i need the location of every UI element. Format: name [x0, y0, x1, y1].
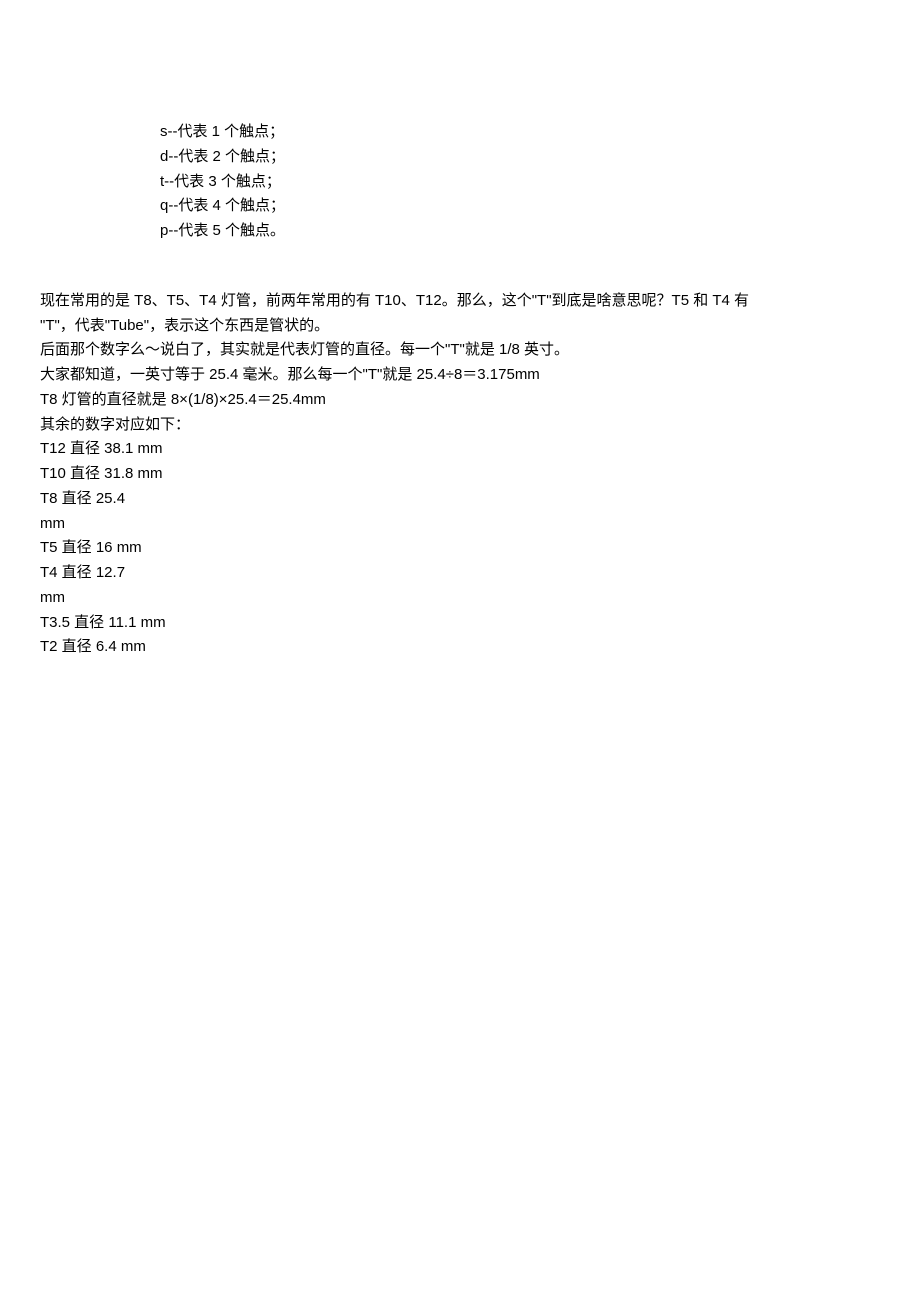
text-line: p--代表 5 个触点。	[160, 219, 880, 244]
text-line: mm	[40, 512, 880, 537]
contact-points-list: s--代表 1 个触点； d--代表 2 个触点； t--代表 3 个触点； q…	[40, 120, 880, 244]
text-line: T2 直径 6.4 mm	[40, 635, 880, 660]
text-line: T12 直径 38.1 mm	[40, 437, 880, 462]
text-line: 其余的数字对应如下：	[40, 413, 880, 438]
text-line: T10 直径 31.8 mm	[40, 462, 880, 487]
text-line: t--代表 3 个触点；	[160, 170, 880, 195]
text-line: 后面那个数字么～说白了，其实就是代表灯管的直径。每一个"T"就是 1/8 英寸。	[40, 338, 880, 363]
document-content: s--代表 1 个触点； d--代表 2 个触点； t--代表 3 个触点； q…	[0, 0, 920, 660]
text-line: T4 直径 12.7	[40, 561, 880, 586]
text-line: T8 直径 25.4	[40, 487, 880, 512]
text-line: 大家都知道，一英寸等于 25.4 毫米。那么每一个"T"就是 25.4÷8＝3.…	[40, 363, 880, 388]
text-line: s--代表 1 个触点；	[160, 120, 880, 145]
text-line: q--代表 4 个触点；	[160, 194, 880, 219]
tube-diameter-section: 现在常用的是 T8、T5、T4 灯管，前两年常用的有 T10、T12。那么，这个…	[40, 289, 880, 660]
text-line: d--代表 2 个触点；	[160, 145, 880, 170]
text-line: T5 直径 16 mm	[40, 536, 880, 561]
text-line: T3.5 直径 11.1 mm	[40, 611, 880, 636]
text-line: 现在常用的是 T8、T5、T4 灯管，前两年常用的有 T10、T12。那么，这个…	[40, 289, 880, 314]
text-line: T8 灯管的直径就是 8×(1/8)×25.4＝25.4mm	[40, 388, 880, 413]
text-line: mm	[40, 586, 880, 611]
text-line: "T"，代表"Tube"，表示这个东西是管状的。	[40, 314, 880, 339]
